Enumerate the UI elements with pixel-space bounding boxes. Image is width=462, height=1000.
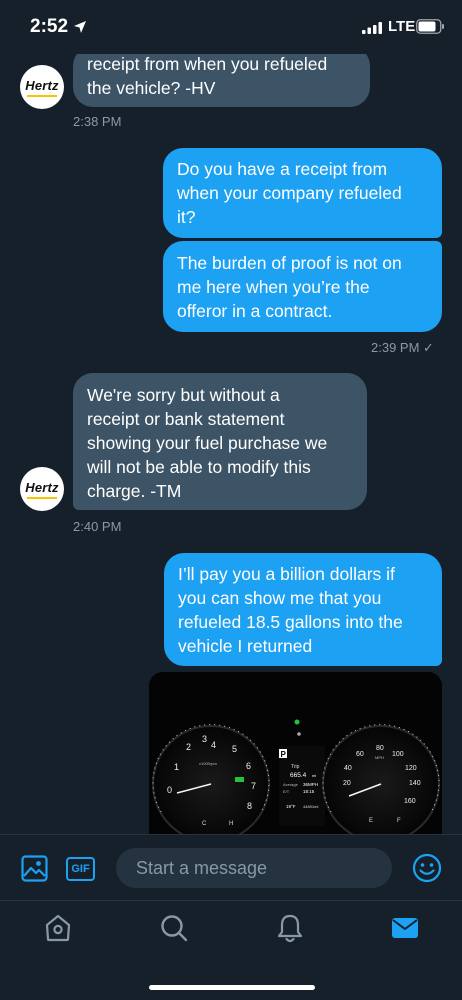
signal-icon (362, 22, 382, 34)
message-line: The burden of proof is not on (177, 253, 402, 273)
message-bubble-outgoing[interactable]: The burden of proof is not on me here wh… (163, 241, 442, 332)
message-bubble-incoming[interactable]: receipt from when you refueled the vehic… (73, 54, 370, 107)
message-line: Do you have a receipt from (177, 159, 388, 179)
message-timestamp: 2:38 PM (73, 114, 122, 129)
speed-num: 160 (404, 798, 416, 805)
trip-value: 665.4 (290, 772, 307, 779)
fuel-f: F (397, 818, 401, 824)
message-line: refueled 18.5 gallons into the (178, 612, 403, 632)
battery-icon (416, 19, 444, 34)
messages-mail-icon[interactable] (391, 916, 419, 940)
speed-num: 40 (344, 765, 352, 772)
tach-num: 0 (167, 785, 172, 795)
message-line: vehicle I returned (178, 636, 313, 656)
tach-num: 2 (186, 742, 191, 752)
message-input[interactable] (116, 848, 392, 888)
message-bubble-outgoing[interactable]: I’ll pay you a billion dollars if you ca… (164, 553, 442, 666)
eco-indicator (235, 777, 244, 782)
trip-label: Trip (291, 764, 300, 770)
message-line: I’ll pay you a billion dollars if (178, 564, 395, 584)
et-value: 18:15 (303, 789, 315, 794)
hertz-logo-text: Hertz (25, 78, 59, 93)
tach-num: 5 (232, 744, 237, 754)
message-line: me here when you’re the (177, 277, 370, 297)
temp-readout: 19°F (286, 804, 296, 809)
home-indicator[interactable] (149, 985, 315, 990)
speed-num: 20 (343, 780, 351, 787)
home-icon[interactable] (44, 913, 72, 943)
gif-icon[interactable]: GIF (66, 857, 95, 881)
tach-num: 4 (211, 740, 216, 750)
gear-indicator: P (281, 750, 287, 759)
notifications-bell-icon[interactable] (276, 913, 304, 943)
message-line: receipt or bank statement (87, 409, 285, 429)
message-line: charge. -TM (87, 481, 182, 501)
message-line: it? (177, 207, 196, 227)
search-icon[interactable] (160, 914, 188, 942)
emoji-icon[interactable] (412, 853, 442, 883)
speed-unit: MPH (375, 755, 384, 760)
message-bubble-outgoing[interactable]: Do you have a receipt from when your com… (163, 148, 442, 238)
network-type: LTE (388, 18, 416, 35)
message-line: offeror in a contract. (177, 301, 333, 321)
temp-h: H (229, 821, 233, 827)
hertz-logo-text: Hertz (25, 480, 59, 495)
tach-num: 1 (174, 762, 179, 772)
tach-num: 7 (251, 781, 256, 791)
location-arrow-icon (74, 21, 86, 33)
average-label: Average (283, 782, 299, 787)
message-bubble-incoming[interactable]: We're sorry but without a receipt or ban… (73, 373, 367, 510)
image-icon[interactable] (21, 855, 48, 882)
message-timestamp-read: 2:39 PM ✓ (371, 340, 434, 355)
fuel-e: E (369, 818, 373, 824)
logo-underline (27, 497, 57, 499)
status-bar: 2:52 LTE (0, 0, 462, 54)
tach-unit: x1000rpm (199, 761, 217, 766)
speed-num: 60 (356, 751, 364, 758)
speed-num: 80 (376, 745, 384, 752)
message-line: will not be able to modify this (87, 457, 311, 477)
average-value: 36MPH (303, 782, 318, 787)
speed-num: 100 (392, 751, 404, 758)
tach-num: 6 (246, 761, 251, 771)
message-timestamp: 2:40 PM (73, 519, 122, 534)
message-line: We're sorry but without a (87, 385, 280, 405)
message-line: receipt from when you refueled (87, 54, 328, 74)
contact-avatar[interactable]: Hertz (20, 65, 64, 109)
contact-avatar[interactable]: Hertz (20, 467, 64, 511)
et-label: E/T (283, 789, 290, 794)
temp-c: C (202, 821, 207, 827)
speed-num: 140 (409, 780, 421, 787)
message-line: the vehicle? -HV (87, 78, 216, 98)
speed-num: 120 (405, 765, 417, 772)
odometer: 44891mi (303, 804, 318, 809)
tach-num: 8 (247, 801, 252, 811)
message-line: showing your fuel purchase we (87, 433, 328, 453)
dashboard-photo-attachment[interactable]: 0 1 2 3 4 5 6 7 8 x1000rpm C H P Trip 66… (149, 672, 442, 834)
trip-unit: mi (312, 773, 316, 778)
message-line: when your company refueled (177, 183, 402, 203)
logo-underline (27, 95, 57, 97)
message-line: you can show me that you (178, 588, 382, 608)
message-composer: GIF (0, 834, 462, 900)
status-time: 2:52 (30, 16, 69, 37)
tach-num: 3 (202, 734, 207, 744)
dashboard-image: 0 1 2 3 4 5 6 7 8 x1000rpm C H P Trip 66… (149, 672, 442, 834)
